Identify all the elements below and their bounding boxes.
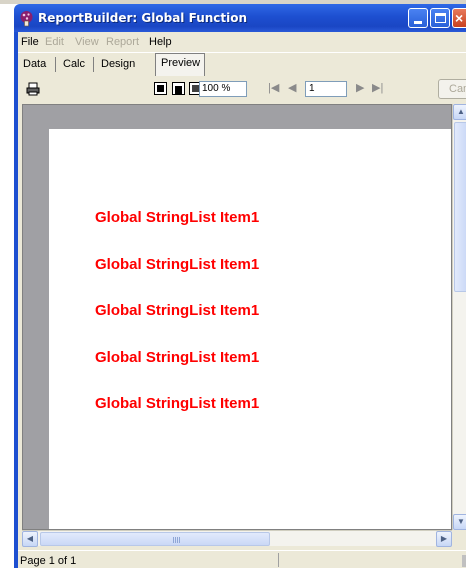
hundred-percent-glyph xyxy=(192,85,199,92)
window-title: ReportBuilder: Global Function xyxy=(38,11,248,25)
cancel-button[interactable]: Can xyxy=(438,79,466,99)
maximize-icon xyxy=(435,13,446,23)
tab-design[interactable]: Design xyxy=(101,58,135,70)
scroll-left-icon[interactable]: ◀ xyxy=(22,531,38,547)
minimize-button[interactable] xyxy=(408,8,428,28)
vertical-scroll-thumb[interactable] xyxy=(454,122,466,292)
menu-view[interactable]: View xyxy=(75,36,99,48)
preview-viewport[interactable]: Global StringList Item1 Global StringLis… xyxy=(22,104,452,530)
menu-report[interactable]: Report xyxy=(106,36,139,48)
report-page: Global StringList Item1 Global StringLis… xyxy=(49,129,451,529)
tab-separator xyxy=(93,57,94,72)
tab-strip: Data Calc Design Preview xyxy=(18,52,466,77)
last-page-icon[interactable]: ▶| xyxy=(372,81,383,94)
window-frame-left xyxy=(14,32,18,568)
resize-grip-icon[interactable] xyxy=(462,555,466,567)
scroll-grip-icon xyxy=(173,537,181,543)
tab-data[interactable]: Data xyxy=(23,58,46,70)
tab-separator xyxy=(55,57,56,72)
next-page-icon[interactable]: ▶ xyxy=(356,81,364,94)
minimize-icon xyxy=(414,21,422,24)
whole-page-glyph xyxy=(157,85,164,92)
tab-preview[interactable]: Preview xyxy=(155,53,205,77)
menu-edit[interactable]: Edit xyxy=(45,36,64,48)
close-icon: × xyxy=(455,10,464,26)
menu-help[interactable]: Help xyxy=(149,36,172,48)
horizontal-scroll-thumb[interactable] xyxy=(40,532,270,546)
page-width-icon[interactable] xyxy=(172,82,185,95)
horizontal-scrollbar[interactable]: ◀ ▶ xyxy=(22,530,452,547)
report-line: Global StringList Item1 xyxy=(95,302,260,319)
title-bar[interactable]: ReportBuilder: Global Function × xyxy=(14,4,466,32)
close-button[interactable]: × xyxy=(452,8,466,28)
page-status: Page 1 of 1 xyxy=(20,555,77,567)
status-separator xyxy=(278,553,279,567)
vertical-scrollbar[interactable]: ▲ ▼ xyxy=(452,104,466,530)
report-line: Global StringList Item1 xyxy=(95,209,260,226)
status-bar: Page 1 of 1 xyxy=(18,550,466,568)
menu-bar: File Edit View Report Help xyxy=(18,32,466,52)
tab-preview-label: Preview xyxy=(161,57,201,69)
printer-icon[interactable] xyxy=(26,82,40,96)
maximize-button[interactable] xyxy=(430,8,450,28)
scroll-up-icon[interactable]: ▲ xyxy=(453,104,466,120)
mushroom-app-icon xyxy=(20,11,33,27)
scroll-down-icon[interactable]: ▼ xyxy=(453,514,466,530)
whole-page-icon[interactable] xyxy=(154,82,167,95)
first-page-icon[interactable]: |◀ xyxy=(268,81,279,94)
zoom-select[interactable]: 100 % xyxy=(199,81,247,97)
page-number-input[interactable]: 1 xyxy=(305,81,347,97)
report-line: Global StringList Item1 xyxy=(95,256,260,273)
page-width-glyph xyxy=(175,86,182,94)
preview-toolbar: 100 % |◀ ◀ 1 ▶ ▶| Can xyxy=(18,76,466,102)
tab-calc[interactable]: Calc xyxy=(63,58,85,70)
report-line: Global StringList Item1 xyxy=(95,349,260,366)
report-line: Global StringList Item1 xyxy=(95,395,260,412)
prior-page-icon[interactable]: ◀ xyxy=(288,81,296,94)
scroll-right-icon[interactable]: ▶ xyxy=(436,531,452,547)
menu-file[interactable]: File xyxy=(21,36,39,48)
